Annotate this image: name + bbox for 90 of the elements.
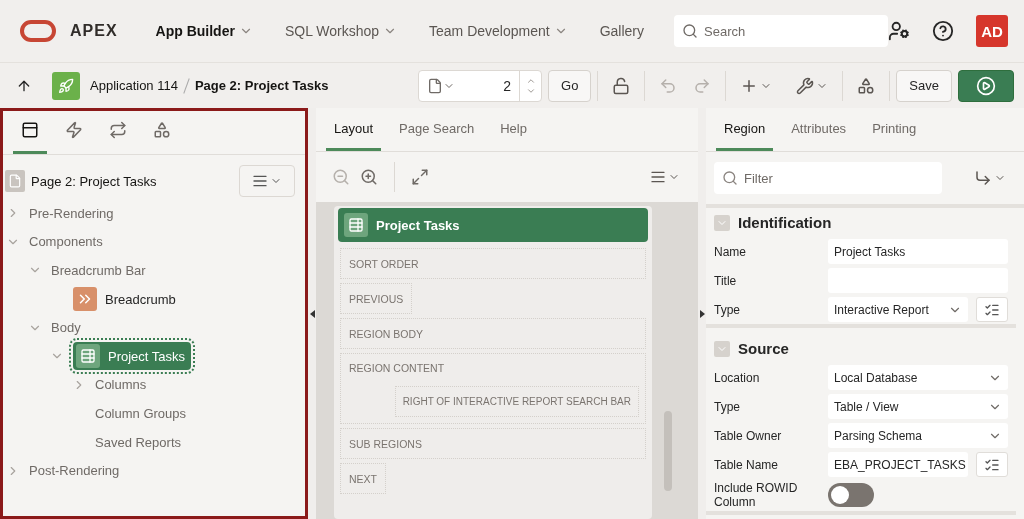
layout-slot: SORT ORDER [340, 248, 646, 279]
filter-field[interactable]: Filter [714, 162, 942, 194]
layout-slot: SUB REGIONS [340, 428, 646, 459]
tree-label[interactable]: Components [29, 234, 103, 250]
lightning-icon [65, 121, 83, 139]
tree-root[interactable]: Page 2: Project Tasks [31, 173, 157, 189]
field-label: Include ROWID Column [714, 481, 799, 509]
list-button[interactable] [976, 452, 1008, 477]
panel-tab[interactable]: Help [492, 121, 535, 151]
layout-icon [21, 121, 39, 139]
section-title: Identification [738, 214, 832, 231]
panel-tab[interactable] [13, 121, 47, 154]
breadcrumb-link[interactable]: Application 114 [90, 78, 178, 93]
run-button[interactable] [958, 69, 1014, 102]
go-button[interactable]: Go [548, 69, 592, 102]
text-field[interactable]: Project Tasks [828, 239, 1008, 264]
collapse-toggle[interactable] [714, 214, 730, 231]
nav-menu[interactable]: App Builder [139, 23, 269, 39]
section-title: Source [738, 340, 789, 357]
save-button[interactable]: Save [896, 69, 952, 102]
collapse-arrow-icon[interactable] [309, 309, 315, 318]
text-field[interactable]: EBA_PROJECT_TASKS [828, 452, 968, 477]
select-field[interactable]: Interactive Report [828, 297, 968, 322]
panel-tab[interactable]: Attributes [783, 121, 855, 151]
zoom-out-icon[interactable] [332, 168, 350, 186]
field-label: Table Name [714, 457, 780, 472]
report-icon [76, 344, 100, 369]
field-label: Type [714, 399, 741, 414]
tree-label[interactable]: Column Groups [95, 405, 187, 421]
play-icon [976, 75, 996, 96]
arrow-icon [974, 169, 992, 187]
expand-icon[interactable] [411, 168, 429, 186]
lock-icon [612, 76, 631, 95]
logo-text: APEX [70, 22, 118, 40]
select-field[interactable]: Parsing Schema [828, 423, 1008, 448]
redo-icon [693, 76, 712, 95]
tree-label[interactable]: Breadcrumb Bar [51, 263, 146, 278]
field-label: Title [714, 273, 738, 288]
tree-label[interactable]: Columns [95, 377, 147, 393]
tree-menu-button[interactable] [239, 165, 295, 197]
tree-label[interactable]: Post-Rendering [29, 463, 120, 479]
layout-slot: REGION BODY [340, 318, 646, 349]
field-label: Table Owner [714, 428, 783, 443]
page-icon[interactable] [427, 77, 443, 94]
shapes-icon [153, 121, 171, 139]
user-avatar[interactable]: AD [976, 15, 1008, 47]
help-icon[interactable] [932, 20, 954, 42]
layout-slot: NEXT [340, 463, 386, 494]
select-field[interactable]: Table / View [828, 394, 1008, 419]
app-icon [52, 71, 80, 100]
layout-slot: RIGHT OF INTERACTIVE REPORT SEARCH BAR [394, 386, 639, 417]
nav-menu[interactable]: Team Development [413, 23, 584, 39]
field-label: Name [714, 244, 747, 259]
panel-tab[interactable]: Printing [864, 121, 925, 151]
user-settings-icon[interactable] [888, 20, 910, 42]
field-label: Location [714, 370, 761, 385]
panel-tab[interactable]: Region [716, 121, 774, 151]
list-button[interactable] [976, 297, 1008, 322]
tree-label[interactable]: Pre-Rendering [29, 205, 114, 221]
shapes-icon [857, 76, 876, 95]
region-header[interactable]: Project Tasks [338, 208, 648, 242]
zoom-in-icon[interactable] [360, 168, 378, 186]
slot-label: REGION CONTENT [349, 362, 446, 374]
layout-slot: PREVIOUS [340, 283, 413, 314]
menu-icon [650, 169, 666, 185]
tree-label[interactable]: Saved Reports [95, 434, 181, 450]
search-icon [682, 23, 698, 39]
select-field[interactable]: Local Database [828, 365, 1008, 390]
collapse-toggle[interactable] [714, 340, 730, 357]
repeat-icon [109, 121, 127, 139]
report-icon [344, 213, 368, 237]
toggle-switch[interactable] [828, 483, 874, 507]
tree-label[interactable]: Body [51, 320, 81, 336]
nav-menu[interactable]: Gallery [583, 23, 660, 39]
chevrons-icon [73, 287, 97, 312]
search-icon [722, 170, 738, 186]
panel-tab[interactable]: Page Search [391, 121, 483, 151]
search-field[interactable]: Search [674, 15, 888, 47]
field-label: Type [714, 302, 741, 317]
collapse-arrow-icon[interactable] [699, 309, 705, 318]
logo-icon [20, 20, 56, 42]
scrollbar[interactable] [664, 411, 672, 491]
page-title: Page 2: Project Tasks [194, 78, 329, 93]
undo-icon [659, 76, 678, 95]
tree-node[interactable]: Breadcrumb [73, 287, 176, 312]
panel-tab[interactable]: Layout [326, 121, 382, 151]
wrench-icon [796, 76, 815, 95]
menu-icon [252, 173, 268, 189]
page-icon [5, 170, 25, 192]
nav-menu[interactable]: SQL Workshop [268, 23, 414, 39]
